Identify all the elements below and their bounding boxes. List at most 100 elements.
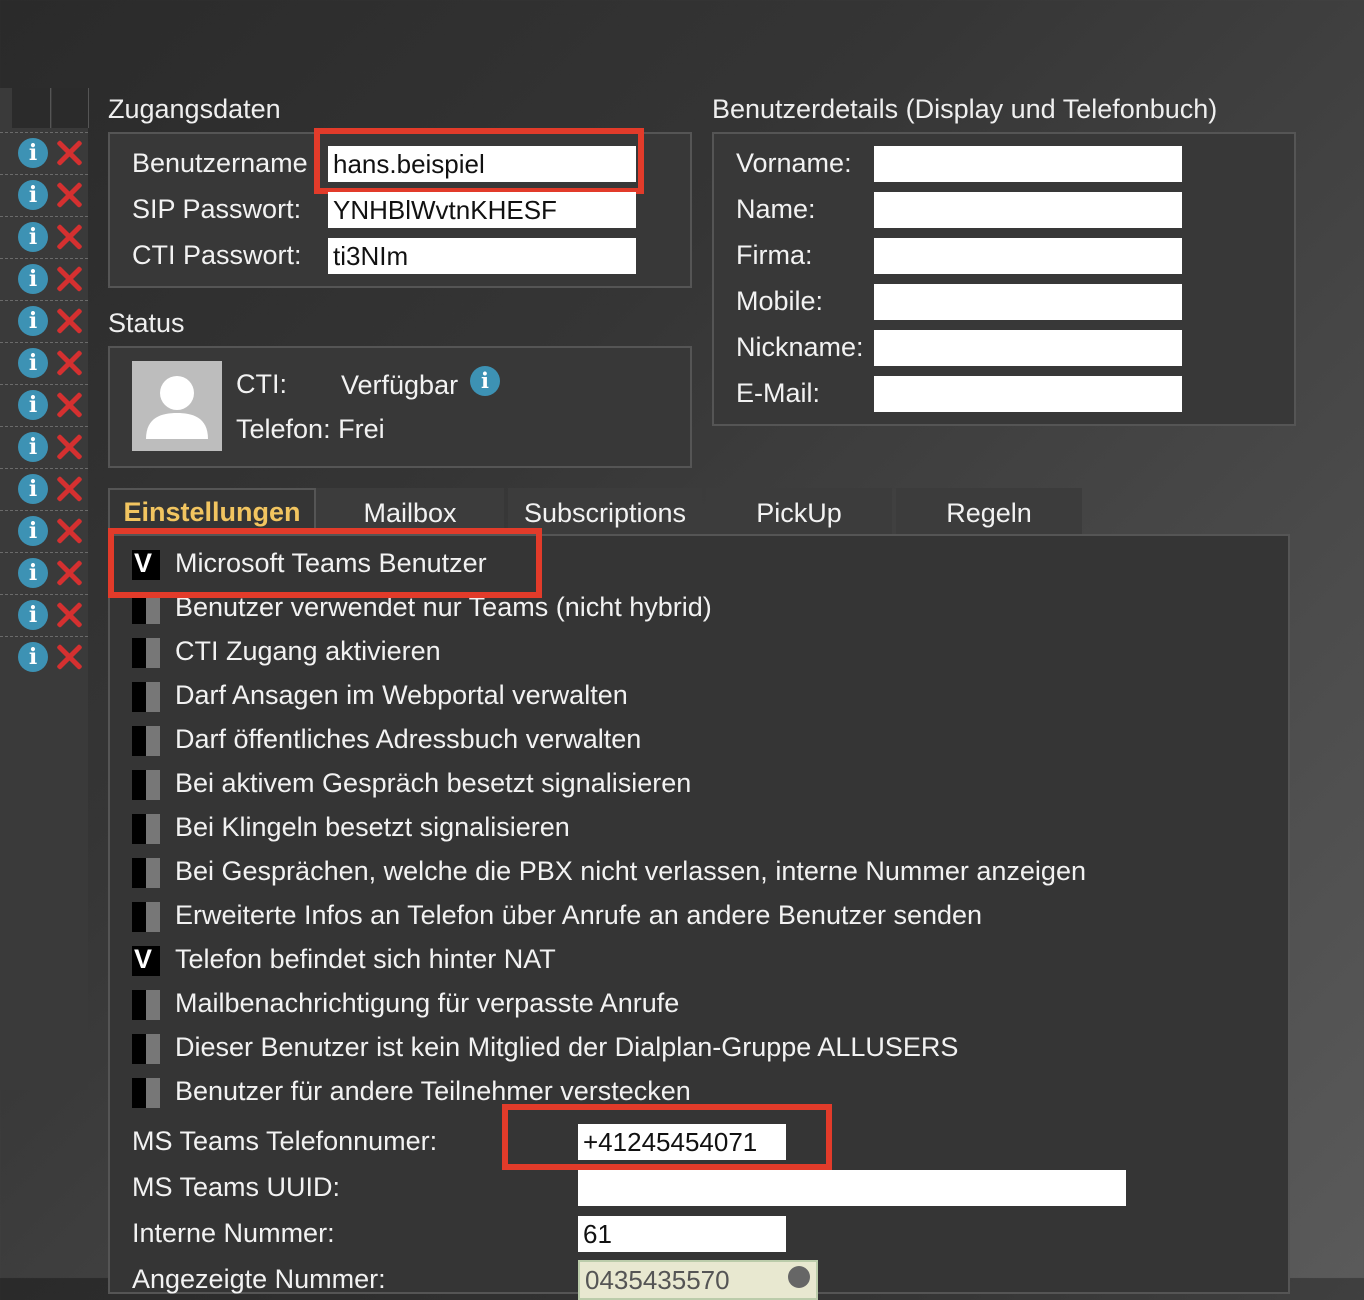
settings-checkbox[interactable] xyxy=(132,682,160,712)
info-icon[interactable]: i xyxy=(18,390,48,420)
displayed-number-select[interactable]: 0435435570 xyxy=(578,1260,818,1300)
info-icon[interactable]: i xyxy=(18,642,48,672)
checkbox-off-part xyxy=(146,594,160,624)
tab-regeln[interactable]: Regeln xyxy=(896,488,1082,534)
displayed-number-label: Angezeigte Nummer: xyxy=(132,1264,386,1294)
checkbox-off-part xyxy=(132,990,146,1020)
info-icon[interactable]: i xyxy=(18,516,48,546)
settings-checkbox[interactable] xyxy=(132,1034,160,1064)
delete-icon[interactable] xyxy=(54,180,84,210)
username-label: Benutzername xyxy=(132,148,308,178)
select-arrow-icon[interactable] xyxy=(788,1266,810,1288)
checkbox-off-part xyxy=(132,1078,146,1108)
checkbox-off-part xyxy=(132,1034,146,1064)
teams-uuid-label: MS Teams UUID: xyxy=(132,1172,341,1202)
delete-icon[interactable] xyxy=(54,264,84,294)
info-icon[interactable]: i xyxy=(18,138,48,168)
settings-label: Telefon befindet sich hinter NAT xyxy=(175,944,556,974)
settings-label: CTI Zugang aktivieren xyxy=(175,636,441,666)
avatar xyxy=(132,361,222,451)
checkbox-off-part xyxy=(132,858,146,888)
details-label: Name: xyxy=(736,194,816,224)
settings-checkbox[interactable] xyxy=(132,814,160,844)
settings-label: Bei Gesprächen, welche die PBX nicht ver… xyxy=(175,856,1086,886)
info-icon[interactable]: i xyxy=(18,558,48,588)
cti-password-input[interactable]: ti3NIm xyxy=(328,238,636,274)
delete-icon[interactable] xyxy=(54,390,84,420)
internal-number-label: Interne Nummer: xyxy=(132,1218,335,1248)
status-phone-value: Frei xyxy=(338,414,385,444)
settings-checkbox[interactable] xyxy=(132,594,160,624)
details-label: E-Mail: xyxy=(736,378,821,408)
info-icon[interactable]: i xyxy=(18,600,48,630)
info-icon[interactable]: i xyxy=(18,474,48,504)
delete-icon[interactable] xyxy=(54,558,84,588)
settings-checkbox[interactable] xyxy=(132,726,160,756)
checkbox-off-part xyxy=(146,770,160,800)
tab-pickup[interactable]: PickUp xyxy=(706,488,892,534)
checkbox-off-part xyxy=(146,726,160,756)
checkbox-off-part xyxy=(132,726,146,756)
login-section-title: Zugangsdaten xyxy=(108,94,281,124)
details-input[interactable] xyxy=(874,284,1182,320)
delete-icon[interactable] xyxy=(54,138,84,168)
delete-icon[interactable] xyxy=(54,222,84,252)
column-header xyxy=(12,88,51,128)
delete-icon[interactable] xyxy=(54,516,84,546)
settings-checkbox[interactable] xyxy=(132,858,160,888)
delete-icon[interactable] xyxy=(54,600,84,630)
internal-number-input[interactable]: 61 xyxy=(578,1216,786,1252)
delete-icon[interactable] xyxy=(54,642,84,672)
info-icon[interactable]: i xyxy=(18,432,48,462)
username-highlight xyxy=(314,128,644,194)
checkbox-off-part xyxy=(132,770,146,800)
row-divider xyxy=(0,216,88,217)
details-input[interactable] xyxy=(874,330,1182,366)
teams-uuid-input[interactable] xyxy=(578,1170,1126,1206)
delete-icon[interactable] xyxy=(54,474,84,504)
settings-checkbox[interactable]: V xyxy=(132,944,160,976)
delete-icon[interactable] xyxy=(54,306,84,336)
settings-checkbox[interactable] xyxy=(132,1078,160,1108)
settings-label: Erweiterte Infos an Telefon über Anrufe … xyxy=(175,900,983,930)
settings-checkbox[interactable] xyxy=(132,902,160,932)
delete-icon[interactable] xyxy=(54,348,84,378)
teams-phone-label: MS Teams Telefonnumer: xyxy=(132,1126,438,1156)
teams-phone-highlight xyxy=(502,1104,832,1170)
row-divider xyxy=(0,132,88,133)
checkbox-off-part xyxy=(146,990,160,1020)
settings-checkbox[interactable] xyxy=(132,770,160,800)
cti-password-label: CTI Passwort: xyxy=(132,240,302,270)
checkbox-off-part xyxy=(146,814,160,844)
settings-checkbox[interactable] xyxy=(132,990,160,1020)
row-divider xyxy=(0,174,88,175)
sip-password-input[interactable]: YNHBlWvtnKHESF xyxy=(328,192,636,228)
details-label: Firma: xyxy=(736,240,813,270)
sip-password-label: SIP Passwort: xyxy=(132,194,302,224)
checkbox-off-part xyxy=(146,1034,160,1064)
info-icon[interactable]: i xyxy=(18,264,48,294)
delete-icon[interactable] xyxy=(54,432,84,462)
settings-checkbox[interactable] xyxy=(132,638,160,668)
info-icon[interactable]: i xyxy=(18,306,48,336)
info-icon[interactable]: i xyxy=(18,348,48,378)
details-input[interactable] xyxy=(874,376,1182,412)
status-info-icon[interactable]: i xyxy=(470,366,500,396)
checkbox-off-part xyxy=(132,902,146,932)
status-section-title: Status xyxy=(108,308,185,338)
info-icon[interactable]: i xyxy=(18,180,48,210)
row-divider xyxy=(0,426,88,427)
column-header xyxy=(52,88,89,128)
settings-label: Dieser Benutzer ist kein Mitglied der Di… xyxy=(175,1032,959,1062)
row-divider xyxy=(0,636,88,637)
settings-label: Mailbenachrichtigung für verpasste Anruf… xyxy=(175,988,680,1018)
details-label: Nickname: xyxy=(736,332,864,362)
details-input[interactable] xyxy=(874,238,1182,274)
info-icon[interactable]: i xyxy=(18,222,48,252)
settings-label: Darf Ansagen im Webportal verwalten xyxy=(175,680,628,710)
details-input[interactable] xyxy=(874,192,1182,228)
row-divider xyxy=(0,384,88,385)
user-silhouette-icon xyxy=(146,376,208,439)
details-input[interactable] xyxy=(874,146,1182,182)
row-divider xyxy=(0,342,88,343)
